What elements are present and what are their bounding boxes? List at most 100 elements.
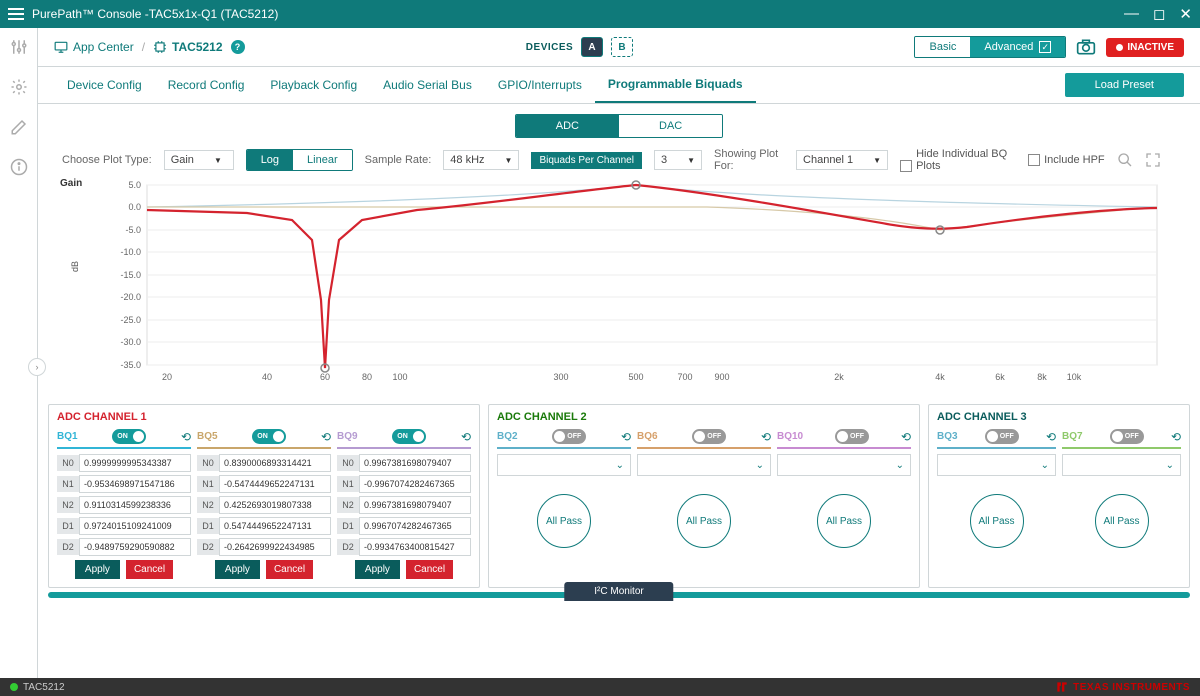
bq9-n0[interactable]: 0.9967381698079407 xyxy=(359,454,471,472)
dac-button[interactable]: DAC xyxy=(619,115,722,137)
apply-button[interactable]: Apply xyxy=(355,560,400,579)
plot-type-select[interactable]: Gain▼ xyxy=(164,150,234,170)
biquads-per-channel-select[interactable]: 3▼ xyxy=(654,150,702,170)
bq6-type-select[interactable]: ⌄ xyxy=(637,454,771,476)
link-icon[interactable]: ⟲ xyxy=(321,430,331,444)
sliders-icon[interactable] xyxy=(10,38,28,56)
bq10-toggle[interactable]: OFF xyxy=(835,429,869,444)
minimize-icon[interactable]: — xyxy=(1124,5,1139,23)
fullscreen-icon[interactable] xyxy=(1145,152,1161,168)
bq3-toggle[interactable]: OFF xyxy=(985,429,1019,444)
bq9-n1[interactable]: -0.9967074282467365 xyxy=(359,475,471,493)
hide-plots-checkbox[interactable]: Hide Individual BQ Plots xyxy=(900,148,1016,172)
log-button[interactable]: Log xyxy=(247,150,293,170)
camera-icon[interactable] xyxy=(1076,38,1096,56)
sample-rate-select[interactable]: 48 kHz▼ xyxy=(443,150,519,170)
window-title: PurePath™ Console -TAC5x1x-Q1 (TAC5212) xyxy=(32,7,278,21)
linear-button[interactable]: Linear xyxy=(293,150,352,170)
breadcrumb-app-center[interactable]: App Center xyxy=(54,40,134,54)
window-controls: — ◻ ✕ xyxy=(1124,5,1192,23)
cancel-button[interactable]: Cancel xyxy=(266,560,313,579)
link-icon[interactable]: ⟲ xyxy=(621,430,631,444)
info-icon[interactable] xyxy=(10,158,28,176)
link-icon[interactable]: ⟲ xyxy=(461,430,471,444)
device-a-chip[interactable]: A xyxy=(581,37,603,57)
bq1-n2[interactable]: 0.9110314599238336 xyxy=(79,496,191,514)
bq5-n1[interactable]: -0.5474449652247131 xyxy=(219,475,331,493)
bq1-d1[interactable]: 0.9724015109241009 xyxy=(79,517,191,535)
tab-playback-config[interactable]: Playback Config xyxy=(257,68,370,102)
link-icon[interactable]: ⟲ xyxy=(1171,430,1181,444)
bq9-n2[interactable]: 0.9967381698079407 xyxy=(359,496,471,514)
svg-text:80: 80 xyxy=(362,372,372,382)
mode-advanced[interactable]: Advanced✓ xyxy=(970,37,1065,57)
bq1-n1[interactable]: -0.9534698971547186 xyxy=(79,475,191,493)
bq10-type-select[interactable]: ⌄ xyxy=(777,454,911,476)
bq6-column: BQ6OFF⟲ ⌄ All Pass xyxy=(637,429,771,548)
cancel-button[interactable]: Cancel xyxy=(406,560,453,579)
apply-button[interactable]: Apply xyxy=(75,560,120,579)
bq9-toggle[interactable]: ON xyxy=(392,429,426,444)
bq1-toggle[interactable]: ON xyxy=(112,429,146,444)
allpass-button[interactable]: All Pass xyxy=(970,494,1024,548)
status-dot-icon xyxy=(1116,44,1123,51)
showing-for-select[interactable]: Channel 1▼ xyxy=(796,150,888,170)
tab-device-config[interactable]: Device Config xyxy=(54,68,155,102)
bq2-toggle[interactable]: OFF xyxy=(552,429,586,444)
tab-record-config[interactable]: Record Config xyxy=(155,68,258,102)
link-icon[interactable]: ⟲ xyxy=(181,430,191,444)
adc-button[interactable]: ADC xyxy=(516,115,619,137)
bq9-d1[interactable]: 0.9967074282467365 xyxy=(359,517,471,535)
bq7-toggle[interactable]: OFF xyxy=(1110,429,1144,444)
tab-audio-serial-bus[interactable]: Audio Serial Bus xyxy=(370,68,485,102)
chart-ylabel: Gain xyxy=(60,178,82,189)
bq3-type-select[interactable]: ⌄ xyxy=(937,454,1056,476)
edit-icon[interactable] xyxy=(10,118,28,136)
cancel-button[interactable]: Cancel xyxy=(126,560,173,579)
log-linear-toggle: Log Linear xyxy=(246,149,353,171)
link-icon[interactable]: ⟲ xyxy=(901,430,911,444)
allpass-button[interactable]: All Pass xyxy=(537,494,591,548)
panel-title: ADC CHANNEL 3 xyxy=(937,411,1181,423)
bq6-toggle[interactable]: OFF xyxy=(692,429,726,444)
svg-text:6k: 6k xyxy=(995,372,1005,382)
bq5-toggle[interactable]: ON xyxy=(252,429,286,444)
bq2-type-select[interactable]: ⌄ xyxy=(497,454,631,476)
link-icon[interactable]: ⟲ xyxy=(761,430,771,444)
bq9-d2[interactable]: -0.9934763400815427 xyxy=(359,538,471,556)
inactive-badge[interactable]: INACTIVE xyxy=(1106,38,1184,57)
menu-icon[interactable] xyxy=(8,8,24,20)
mode-basic[interactable]: Basic xyxy=(915,37,970,57)
allpass-button[interactable]: All Pass xyxy=(1095,494,1149,548)
apply-button[interactable]: Apply xyxy=(215,560,260,579)
maximize-icon[interactable]: ◻ xyxy=(1153,5,1165,23)
bq5-n2[interactable]: 0.4252693019807338 xyxy=(219,496,331,514)
bq1-n0[interactable]: 0.9999999995343387 xyxy=(79,454,191,472)
i2c-monitor-button[interactable]: I²C Monitor xyxy=(564,582,673,601)
adc-channel-1-panel: ADC CHANNEL 1 BQ1 ON ⟲ N00.9999999995343… xyxy=(48,404,480,588)
svg-text:-5.0: -5.0 xyxy=(125,225,141,235)
bq1-d2[interactable]: -0.9489759290590882 xyxy=(79,538,191,556)
include-hpf-checkbox[interactable]: Include HPF xyxy=(1028,154,1105,166)
bq2-column: BQ2OFF⟲ ⌄ All Pass xyxy=(497,429,631,548)
bq7-type-select[interactable]: ⌄ xyxy=(1062,454,1181,476)
link-icon[interactable]: ⟲ xyxy=(1046,430,1056,444)
breadcrumb-separator: / xyxy=(142,40,145,54)
bq5-d1[interactable]: 0.5474449652247131 xyxy=(219,517,331,535)
close-icon[interactable]: ✕ xyxy=(1179,5,1192,23)
svg-text:900: 900 xyxy=(714,372,729,382)
bq5-n0[interactable]: 0.8390006893314421 xyxy=(219,454,331,472)
tab-gpio-interrupts[interactable]: GPIO/Interrupts xyxy=(485,68,595,102)
check-icon: ✓ xyxy=(1039,41,1051,53)
device-b-chip[interactable]: B xyxy=(611,37,633,57)
breadcrumb-device[interactable]: TAC5212 ? xyxy=(153,40,244,54)
allpass-button[interactable]: All Pass xyxy=(677,494,731,548)
bq5-d2[interactable]: -0.2642699922434985 xyxy=(219,538,331,556)
zoom-icon[interactable] xyxy=(1117,152,1133,168)
svg-text:60: 60 xyxy=(320,372,330,382)
allpass-button[interactable]: All Pass xyxy=(817,494,871,548)
tab-programmable-biquads[interactable]: Programmable Biquads xyxy=(595,67,756,103)
load-preset-button[interactable]: Load Preset xyxy=(1065,73,1184,97)
gear-icon[interactable] xyxy=(10,78,28,96)
help-icon[interactable]: ? xyxy=(231,40,245,54)
